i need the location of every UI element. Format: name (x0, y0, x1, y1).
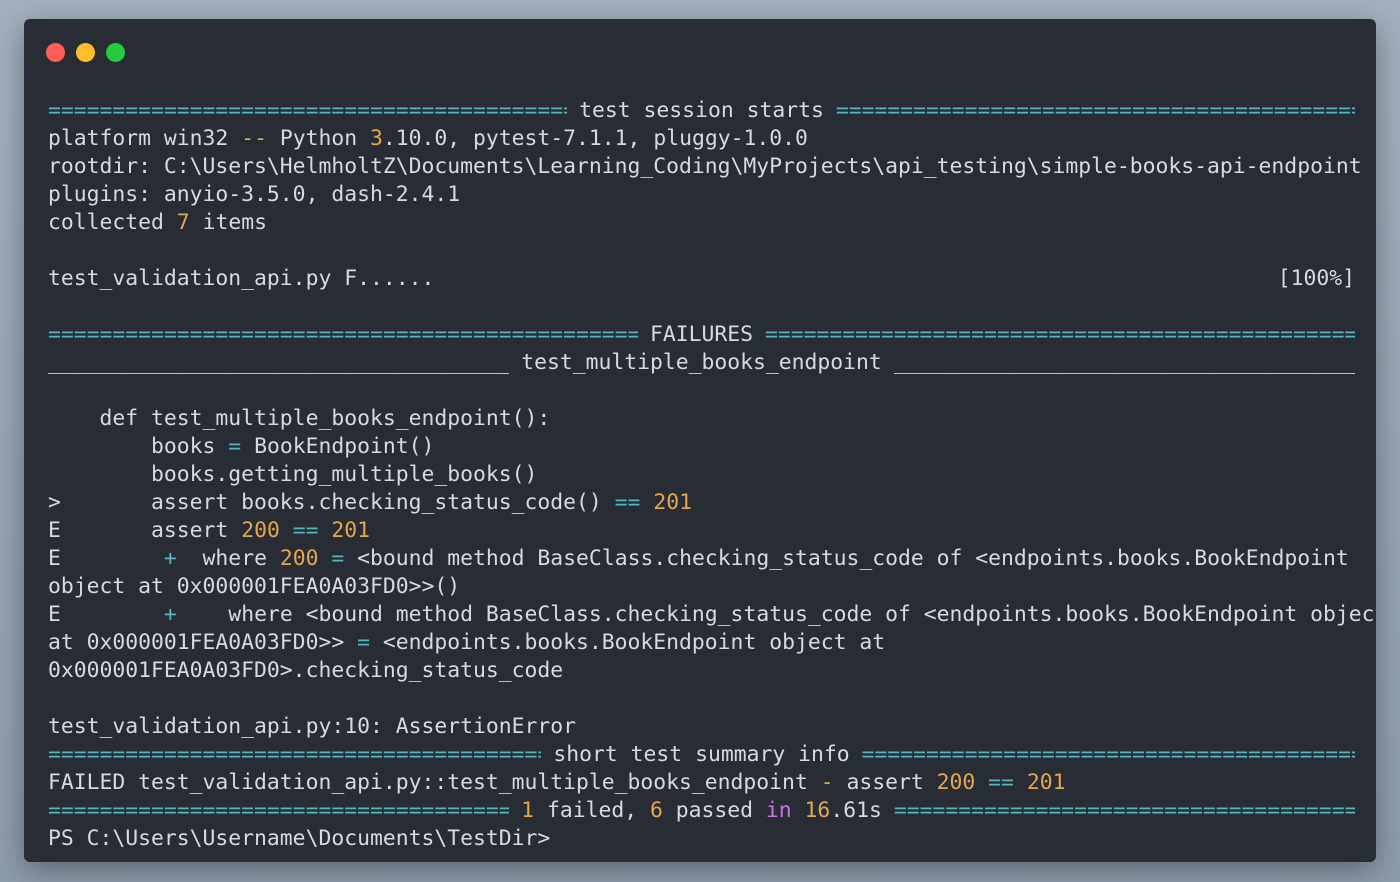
result-separator: ========================================… (48, 798, 1355, 823)
test-name-separator: ________________________________________… (48, 350, 1355, 375)
code-assert-line: > assert books.checking_status_code() ==… (48, 490, 692, 515)
error-line-2-cont: object at 0x000001FEA0A03FD0>>() (48, 574, 461, 599)
plugins-line: plugins: anyio-3.5.0, dash-2.4.1 (48, 182, 461, 207)
minimize-button[interactable] (76, 43, 95, 62)
summary-separator: ========================================… (48, 742, 1356, 767)
collected-line: collected 7 items (48, 210, 267, 235)
session-start-separator: ========================================… (48, 98, 1355, 123)
progress-line: test_validation_api.py F...... [100%] (48, 265, 1355, 293)
failed-test-name: test_multiple_books_endpoint (521, 350, 882, 375)
error-line-1: E assert 200 == 201 (48, 518, 371, 543)
error-line-3-cont2: 0x000001FEA0A03FD0>.checking_status_code (48, 658, 564, 683)
error-line-3: E + where <bound method BaseClass.checki… (48, 602, 1376, 627)
result-summary: 1 failed, 6 passed in 16.61s (521, 798, 882, 823)
rootdir-line: rootdir: C:\Users\HelmholtZ\Documents\Le… (48, 154, 1362, 179)
platform-line: platform win32 -- Python 3.10.0, pytest-… (48, 126, 808, 151)
close-button[interactable] (46, 43, 65, 62)
progress-percent: [100%] (1277, 266, 1355, 291)
window-controls (46, 43, 125, 62)
assertion-error-line: test_validation_api.py:10: AssertionErro… (48, 714, 577, 739)
shell-prompt[interactable]: PS C:\Users\Username\Documents\TestDir> (48, 825, 1368, 853)
session-start-title: test session starts (579, 98, 824, 123)
failures-title: FAILURES (649, 322, 754, 347)
maximize-button[interactable] (106, 43, 125, 62)
terminal-output[interactable]: ========================================… (48, 97, 1376, 853)
failed-summary-line: FAILED test_validation_api.py::test_mult… (48, 770, 1066, 795)
error-line-2: E + where 200 = <bound method BaseClass.… (48, 546, 1349, 571)
code-getting-line: books.getting_multiple_books() (48, 462, 538, 487)
summary-title: short test summary info (553, 742, 850, 767)
progress-file: test_validation_api.py F...... (48, 266, 435, 291)
code-books-line: books = BookEndpoint() (48, 434, 435, 459)
error-line-3-cont: at 0x000001FEA0A03FD0>> = <endpoints.boo… (48, 630, 886, 655)
failures-separator: ========================================… (48, 322, 1355, 347)
terminal-window: ========================================… (24, 19, 1376, 862)
code-def-line: def test_multiple_books_endpoint(): (48, 406, 551, 431)
